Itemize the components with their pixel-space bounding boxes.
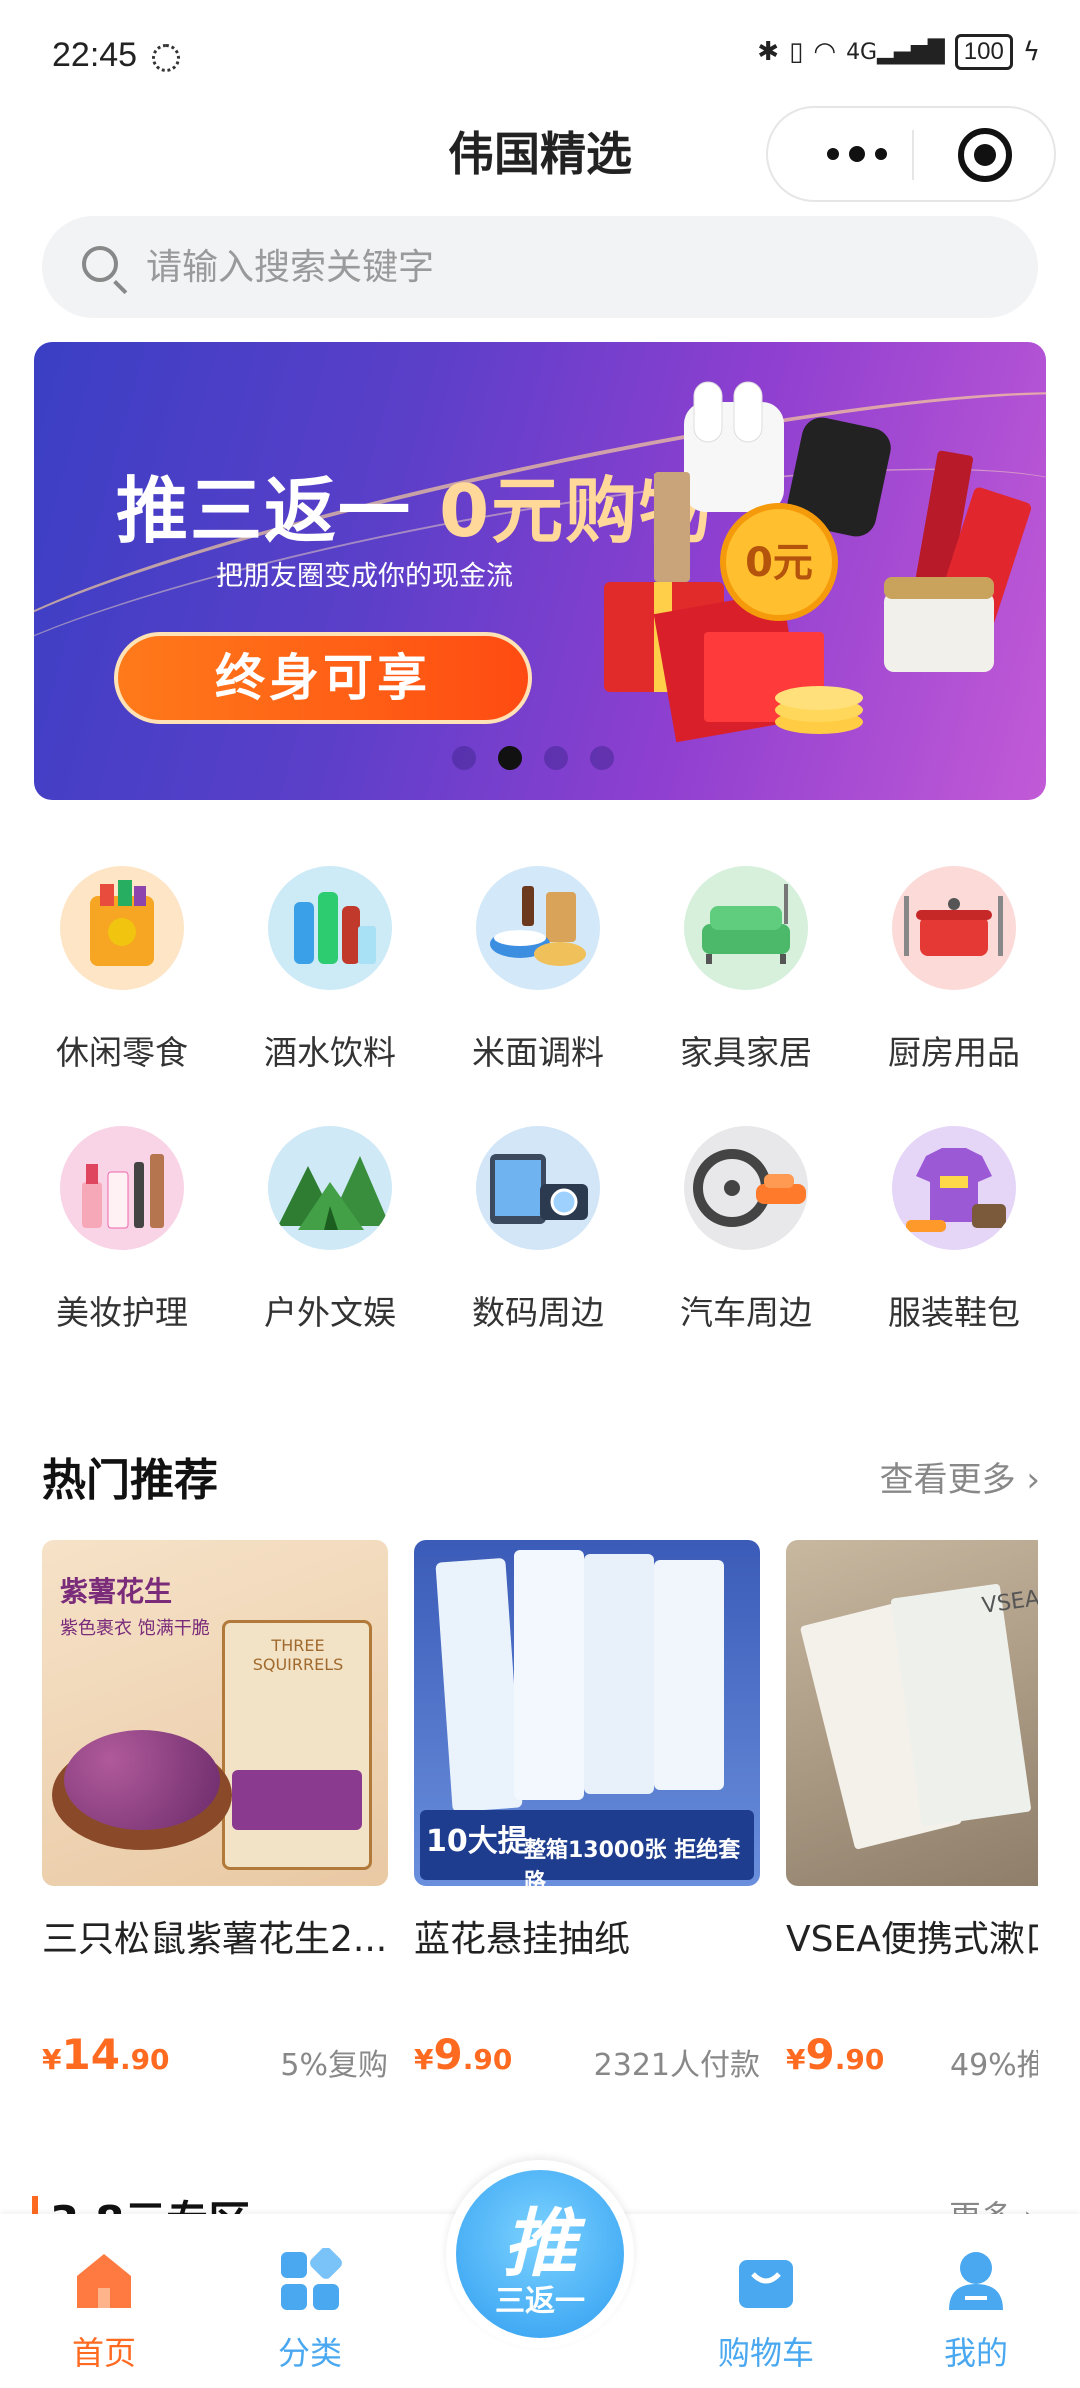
see-more-link[interactable]: 查看更多 › [880,1452,1040,1501]
center-promo-sub: 三返一 [495,2284,585,2319]
product-meta: 49%推 [950,2048,1038,2083]
banner-subtitle: 把朋友圈变成你的现金流 [216,561,513,592]
signal-icon: 4G▂▄▆█ [846,39,945,65]
drinks-icon [268,866,392,990]
product-price: ¥14.90 [42,2030,170,2079]
product-meta: 2321人付款 [593,2048,760,2083]
banner-pagination [452,746,614,770]
banner-dot[interactable] [544,746,568,770]
status-time: 22:45 [52,36,138,74]
search-input[interactable] [146,216,1006,318]
gifts-illustration: 0元 [604,381,1032,743]
product-card[interactable]: 紫薯花生 紫色裹衣 饱满干脆 THREE SQUIRRELS 三只松鼠紫薯花生2… [42,1540,388,2083]
devices-icon [476,1126,600,1250]
product-price: ¥9.90 [414,2030,513,2079]
category-digital[interactable]: 数码周边 [448,1126,628,1334]
search-icon [82,246,118,282]
clothing-icon [892,1126,1016,1250]
cosmetics-icon [60,1126,184,1250]
category-label: 美妆护理 [56,1293,188,1332]
category-label: 服装鞋包 [888,1293,1020,1332]
more-options-button[interactable] [812,108,902,200]
tab-category[interactable]: 分类 [230,2247,390,2374]
tab-home[interactable]: 首页 [24,2248,184,2374]
banner-dot-active[interactable] [498,746,522,770]
category-drinks[interactable]: 酒水饮料 [240,866,420,1074]
category-label: 厨房用品 [888,1033,1020,1072]
tab-label: 首页 [71,2334,136,2372]
product-name: VSEA便携式漱口 [786,1919,1038,1960]
category-label: 米面调料 [472,1033,604,1072]
capsule-divider [912,130,914,180]
tab-label: 我的 [943,2334,1008,2372]
category-icon [277,2247,343,2314]
banner-cta-button[interactable]: 终身可享 [114,632,532,724]
product-card[interactable]: VSEA VSEA便携式漱口 ¥9.90 49%推 [786,1540,1038,2083]
product-name: 三只松鼠紫薯花生2... [42,1919,388,1960]
tent-icon [268,1126,392,1250]
tab-label: 购物车 [717,2334,814,2372]
tab-label: 分类 [277,2334,342,2372]
home-icon [71,2248,137,2314]
snack-icon [60,866,184,990]
product-card-clip: VSEA VSEA便携式漱口 ¥9.90 49%推 [786,1540,1038,2160]
car-icon [684,1126,808,1250]
tab-cart[interactable]: 购物车 [686,2248,846,2374]
product-name: 蓝花悬挂抽纸 [414,1919,631,1960]
category-label: 数码周边 [472,1293,604,1332]
search-bar[interactable] [42,216,1038,318]
product-image: 10大提 整箱13000张 拒绝套路 [414,1540,760,1886]
sync-icon [152,44,180,72]
svg-text:0元: 0元 [745,540,813,586]
category-furniture[interactable]: 家具家居 [656,866,836,1074]
category-label: 汽车周边 [680,1293,812,1332]
category-label: 家具家居 [680,1033,812,1072]
status-bar: 22:45 ✱ ▯ ◠ 4G▂▄▆█ 100 ϟ [0,0,1080,110]
category-label: 酒水饮料 [264,1033,396,1072]
sofa-icon [684,866,808,990]
miniapp-capsule [766,106,1056,202]
center-promo-main: 推 [503,2201,577,2287]
center-promo-button[interactable]: 推 三返一 [446,2160,634,2348]
wifi-icon: ◠ [813,37,837,67]
category-fashion[interactable]: 服装鞋包 [864,1126,1044,1334]
banner-dot[interactable] [590,746,614,770]
bluetooth-icon: ✱ [757,37,780,67]
category-label: 户外文娱 [264,1293,396,1332]
product-meta: 5%复购 [280,2048,388,2083]
charging-icon: ϟ [1022,37,1040,67]
cart-icon [733,2248,799,2314]
cookware-icon [892,866,1016,990]
product-price: ¥9.90 [786,2030,885,2079]
category-cosmetics[interactable]: 美妆护理 [32,1126,212,1334]
category-auto[interactable]: 汽车周边 [656,1126,836,1334]
status-icons: ✱ ▯ ◠ 4G▂▄▆█ 100 ϟ [757,34,1040,70]
category-snacks[interactable]: 休闲零食 [32,866,212,1074]
tab-profile[interactable]: 我的 [896,2248,1056,2374]
product-image: 紫薯花生 紫色裹衣 饱满干脆 THREE SQUIRRELS [42,1540,388,1886]
product-card[interactable]: 10大提 整箱13000张 拒绝套路 蓝花悬挂抽纸 ¥9.90 2321人付款 [414,1540,760,2083]
category-grain[interactable]: 米面调料 [448,866,628,1074]
category-outdoor[interactable]: 户外文娱 [240,1126,420,1334]
grain-icon [476,866,600,990]
product-image: VSEA [786,1540,1038,1886]
promo-banner[interactable]: 推三返一 0元购物 把朋友圈变成你的现金流 终身可享 0元 [34,342,1046,800]
close-miniapp-button[interactable] [958,128,1012,182]
vibrate-icon: ▯ [789,37,804,67]
section-title-hot: 热门推荐 [42,1455,218,1506]
profile-icon [943,2248,1009,2314]
battery-icon: 100 [954,34,1013,70]
category-label: 休闲零食 [56,1033,188,1072]
banner-dot[interactable] [452,746,476,770]
category-kitchen[interactable]: 厨房用品 [864,866,1044,1074]
